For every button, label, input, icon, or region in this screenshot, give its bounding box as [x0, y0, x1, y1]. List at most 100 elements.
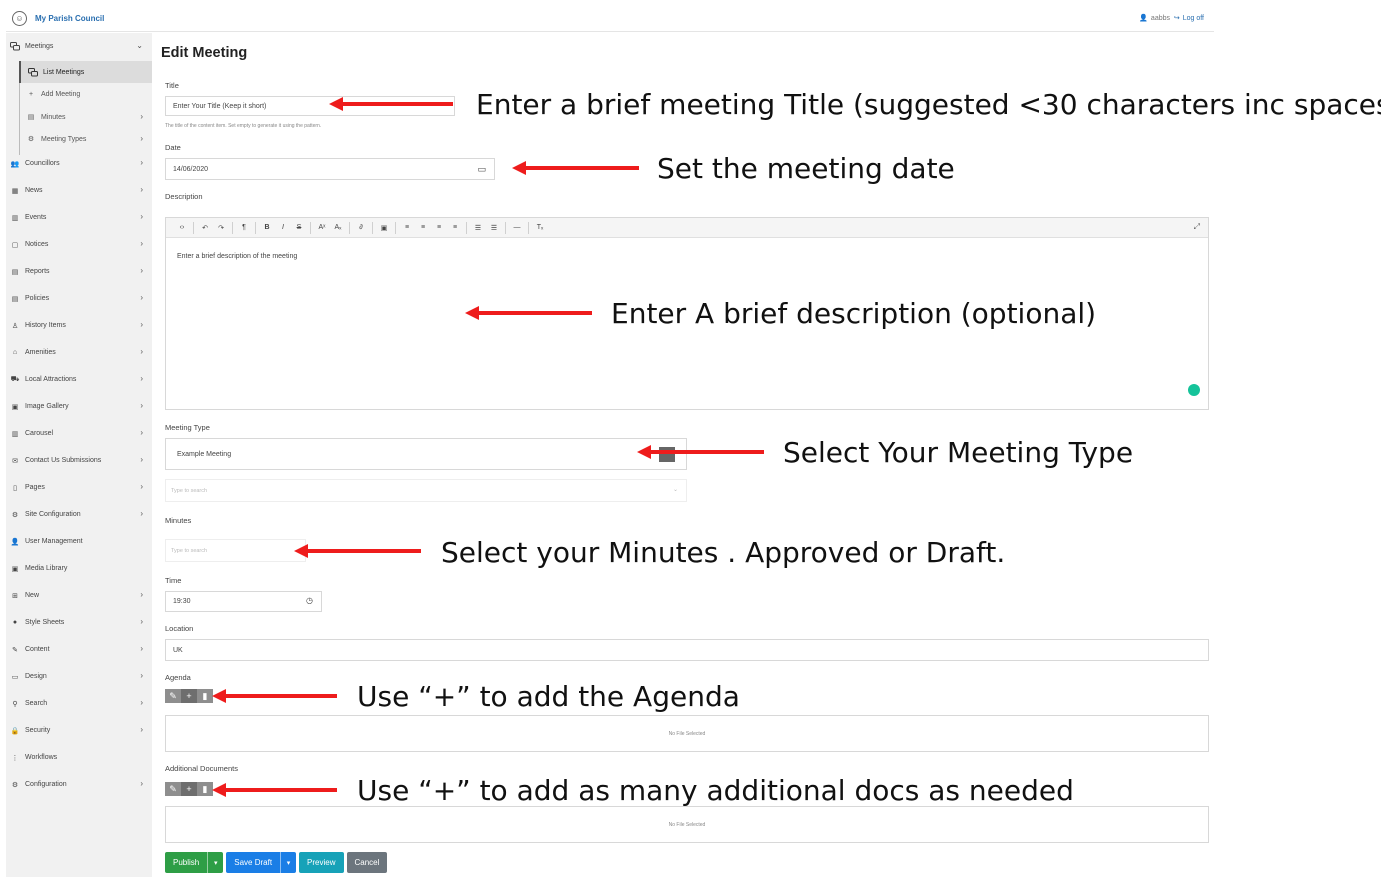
delete-icon[interactable]: ▮ [197, 782, 213, 796]
agenda-file-box[interactable]: No File Selected [165, 715, 1209, 752]
title-input[interactable]: Enter Your Title (Keep it short) [165, 96, 455, 116]
location-input[interactable]: UK [165, 639, 1209, 661]
delete-icon[interactable]: ▮ [197, 689, 213, 703]
fullscreen-icon[interactable]: ⤢ [1194, 222, 1200, 232]
title-annotation: Enter a brief meeting Title (suggested <… [476, 88, 1381, 121]
chevron-right-icon: › [140, 374, 143, 383]
meeting-type-search[interactable]: Type to search ⌄ [165, 479, 687, 502]
align-right-icon[interactable]: ≡ [431, 224, 447, 231]
logoff-link[interactable]: ↪ Log off [1173, 14, 1204, 23]
sidebar-item-label: Pages [25, 484, 45, 491]
sidebar-item-label: Policies [25, 295, 50, 302]
sidebar-item-workflows[interactable]: ⋮ Workflows [6, 744, 152, 771]
sidebar-item-councillors[interactable]: 👥 Councillors › [6, 150, 152, 177]
sidebar: Meetings ⌄ List Meetings + Add Meeting ▤… [6, 33, 152, 877]
sidebar-item-style-sheets[interactable]: ● Style Sheets › [6, 609, 152, 636]
sidebar-item-design[interactable]: ▭ Design › [6, 663, 152, 690]
caret-down-icon[interactable]: ▾ [280, 852, 296, 873]
sidebar-item-user-management[interactable]: 👤 User Management [6, 528, 152, 555]
undo-icon[interactable]: ↶ [197, 224, 213, 232]
description-text[interactable]: Enter a brief description of the meeting [177, 253, 297, 260]
sidebar-item-events[interactable]: ▥ Events › [6, 204, 152, 231]
italic-icon[interactable]: I [275, 224, 291, 231]
sidebar-item-media-library[interactable]: ▣ Media Library [6, 555, 152, 582]
toolbar-divider [349, 221, 350, 234]
sidebar-sub-label: List Meetings [43, 68, 85, 76]
sidebar-item-content[interactable]: ✎ Content › [6, 636, 152, 663]
site-name-link[interactable]: My Parish Council [35, 14, 104, 23]
numbered-list-icon[interactable]: ☰ [486, 224, 502, 232]
caret-down-icon[interactable]: ▾ [207, 852, 223, 873]
sidebar-item-label: Councillors [25, 160, 60, 167]
meeting-type-search-placeholder: Type to search [171, 487, 208, 494]
calendar-icon[interactable]: ▭ [477, 164, 486, 175]
sidebar-item-meetings[interactable]: Meetings ⌄ [6, 33, 152, 60]
grammarly-icon[interactable] [1188, 384, 1200, 396]
notice-icon: ▢ [11, 241, 19, 249]
logoff-icon: ↪ [1173, 15, 1180, 22]
source-code-icon[interactable]: ‹› [174, 224, 190, 231]
subscript-icon[interactable]: Aₓ [330, 224, 346, 231]
edit-icon[interactable]: ✎ [165, 782, 181, 796]
add-document-button[interactable]: + [181, 782, 197, 796]
edit-icon[interactable]: ✎ [165, 689, 181, 703]
agenda-arrow [212, 689, 337, 703]
align-center-icon[interactable]: ≡ [415, 224, 431, 231]
strikethrough-icon[interactable]: S [291, 224, 307, 231]
sidebar-sub-add-meeting[interactable]: + Add Meeting [19, 83, 152, 105]
sidebar-item-history-items[interactable]: ♙ History Items › [6, 312, 152, 339]
sidebar-item-label: Site Configuration [25, 511, 81, 518]
align-left-icon[interactable]: ≡ [399, 224, 415, 231]
redo-icon[interactable]: ↷ [213, 224, 229, 232]
search-icon: ⚲ [12, 700, 18, 708]
time-input[interactable]: 19:30 ◷ [165, 591, 322, 612]
chevron-right-icon: › [140, 725, 143, 734]
date-input[interactable]: 14/06/2020 ▭ [165, 158, 495, 180]
minutes-search-placeholder: Type to search [171, 547, 208, 554]
sidebar-item-contact-us[interactable]: ✉ Contact Us Submissions › [6, 447, 152, 474]
align-justify-icon[interactable]: ≡ [447, 224, 463, 231]
palette-icon: ● [12, 619, 18, 626]
chevron-right-icon: › [140, 293, 143, 302]
sidebar-item-reports[interactable]: ▤ Reports › [6, 258, 152, 285]
link-icon[interactable]: ∂ [353, 224, 369, 231]
sidebar-item-carousel[interactable]: ▥ Carousel › [6, 420, 152, 447]
chevron-right-icon: › [140, 671, 143, 680]
sidebar-item-amenities[interactable]: ⌂ Amenities › [6, 339, 152, 366]
minutes-search[interactable]: Type to search [165, 539, 306, 562]
sidebar-item-notices[interactable]: ▢ Notices › [6, 231, 152, 258]
sidebar-sub-meeting-types[interactable]: ⚙ Meeting Types › [19, 128, 152, 150]
sidebar-item-site-configuration[interactable]: ⚙ Site Configuration › [6, 501, 152, 528]
clear-format-icon[interactable]: Tₓ [532, 224, 548, 231]
publish-button[interactable]: Publish ▾ [165, 852, 224, 873]
horizontal-rule-icon[interactable]: — [509, 224, 525, 231]
sidebar-item-security[interactable]: 🔒 Security › [6, 717, 152, 744]
sidebar-sub-minutes[interactable]: ▤ Minutes › [19, 106, 152, 128]
sidebar-item-news[interactable]: ▦ News › [6, 177, 152, 204]
superscript-icon[interactable]: Aˣ [314, 224, 330, 231]
sidebar-item-pages[interactable]: ▯ Pages › [6, 474, 152, 501]
chevron-right-icon: › [140, 158, 143, 167]
bold-icon[interactable]: B [259, 224, 275, 231]
paragraph-icon[interactable]: ¶ [236, 224, 252, 231]
preview-button[interactable]: Preview [299, 852, 344, 873]
save-draft-button[interactable]: Save Draft ▾ [226, 852, 297, 873]
add-agenda-button[interactable]: + [181, 689, 197, 703]
cancel-button[interactable]: Cancel [346, 852, 388, 873]
history-icon: ♙ [11, 322, 19, 330]
meeting-type-selected[interactable]: Example Meeting [165, 438, 687, 470]
sidebar-sub-list-meetings[interactable]: List Meetings [19, 61, 152, 83]
sidebar-item-new[interactable]: ⊞ New › [6, 582, 152, 609]
sidebar-item-configuration[interactable]: ⚙ Configuration › [6, 771, 152, 798]
sidebar-item-policies[interactable]: ▤ Policies › [6, 285, 152, 312]
sidebar-item-image-gallery[interactable]: ▣ Image Gallery › [6, 393, 152, 420]
bullet-list-icon[interactable]: ☰ [470, 224, 486, 232]
parish-logo-icon[interactable]: ☺ [12, 11, 27, 26]
sidebar-item-label: Events [25, 214, 47, 221]
sidebar-item-search[interactable]: ⚲ Search › [6, 690, 152, 717]
news-icon: ▦ [11, 187, 19, 195]
image-icon[interactable]: ▣ [376, 224, 392, 232]
clock-icon[interactable]: ◷ [306, 596, 313, 605]
additional-file-box[interactable]: No File Selected [165, 806, 1209, 843]
sidebar-item-local-attractions[interactable]: ⛟ Local Attractions › [6, 366, 152, 393]
